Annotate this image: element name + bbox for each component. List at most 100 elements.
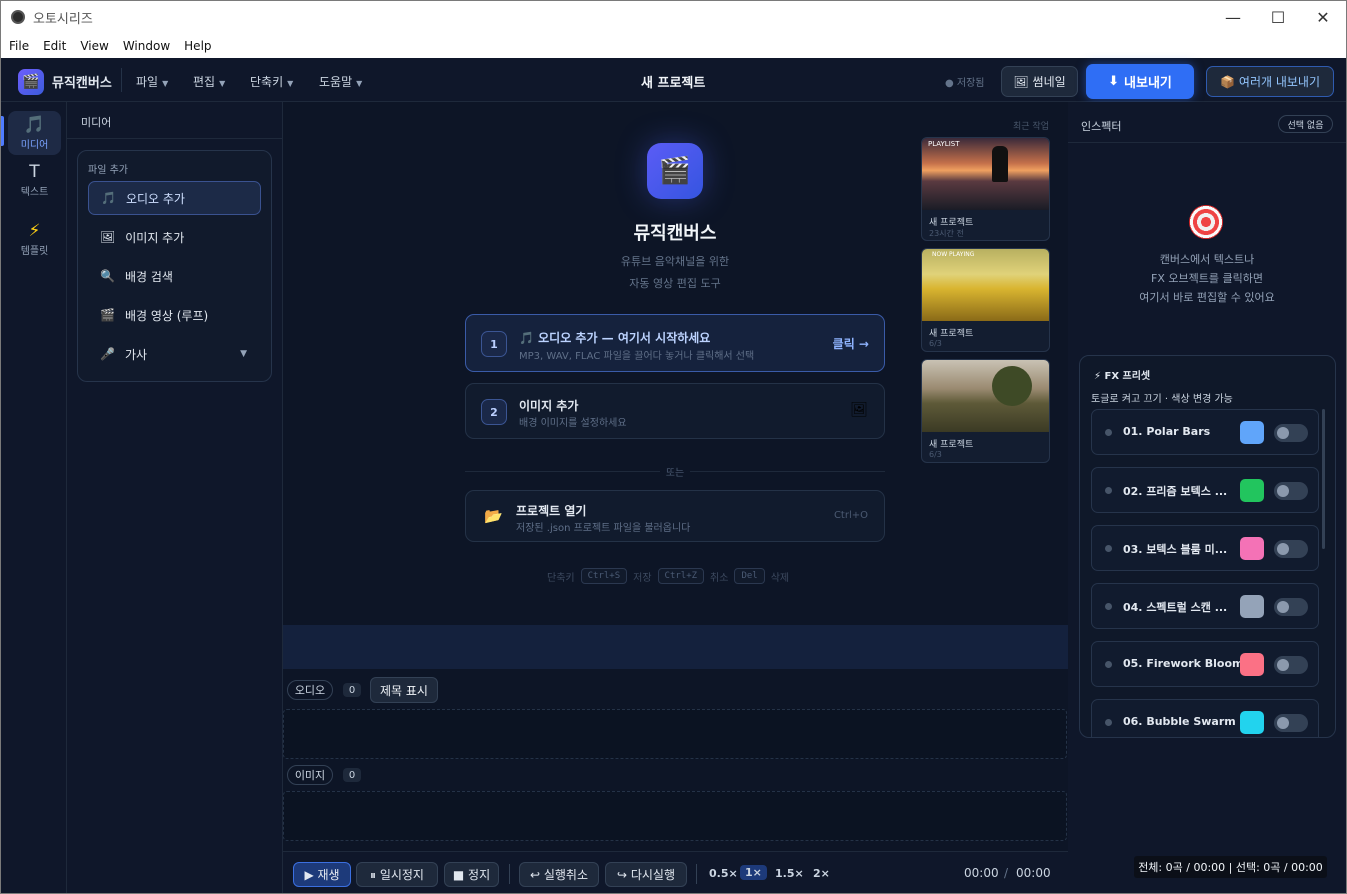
- add-audio-button[interactable]: 🎵 오디오 추가: [88, 181, 261, 215]
- menu-help[interactable]: Help: [184, 39, 211, 53]
- speed-1-5x[interactable]: 1.5×: [775, 867, 804, 880]
- menu-file[interactable]: File: [9, 39, 29, 53]
- stop-button[interactable]: ■ 정지: [444, 862, 499, 887]
- rail-item-text[interactable]: T 텍스트: [8, 158, 61, 202]
- play-button[interactable]: ▶ 재생: [293, 862, 351, 887]
- fx-preset-item[interactable]: 05. Firework Bloom: [1091, 641, 1319, 687]
- image-icon: 🖼: [1013, 74, 1029, 89]
- playback-controls: ▶ 재생 ⏸ 일시정지 ■ 정지 ↩ 실행취소 ↪ 다시실행 0.5× 1× 1…: [283, 851, 1068, 893]
- hero-subtitle: 유튜브 음악채널을 위한 자동 영상 편집 도구: [620, 255, 730, 290]
- app-icon: [11, 10, 25, 24]
- color-swatch[interactable]: [1240, 537, 1264, 560]
- background-video-button[interactable]: 🎬 배경 영상 (루프): [88, 298, 261, 332]
- search-icon: 🔍: [100, 269, 115, 283]
- fx-toggle[interactable]: [1274, 598, 1308, 616]
- preview-strip: [283, 625, 1068, 669]
- open-project-subtitle: 저장된 .json 프로젝트 파일을 불러옵니다: [516, 523, 691, 534]
- open-project-button[interactable]: 📂 프로젝트 열기 저장된 .json 프로젝트 파일을 불러옵니다 Ctrl+…: [465, 490, 885, 542]
- time-separator: /: [1004, 866, 1009, 880]
- lyrics-button[interactable]: 🎤 가사 ▼: [88, 337, 261, 371]
- audio-track-dropzone[interactable]: [283, 709, 1067, 759]
- fx-preset-name: 01. Polar Bars: [1123, 425, 1211, 438]
- media-panel: 미디어 파일 추가 🎵 오디오 추가 🖼 이미지 추가 🔍 배경 검색 🎬 배경…: [67, 102, 283, 893]
- color-swatch[interactable]: [1240, 653, 1264, 676]
- save-status: ● 저장됨: [945, 78, 985, 89]
- lightning-icon: ⚡: [28, 220, 41, 241]
- menu-window[interactable]: Window: [123, 39, 170, 53]
- color-swatch[interactable]: [1240, 595, 1264, 618]
- current-time: 00:00: [964, 866, 999, 880]
- fx-preset-item[interactable]: 03. 보텍스 블룸 미...: [1091, 525, 1319, 571]
- rail-item-template[interactable]: ⚡ 템플릿: [8, 217, 61, 261]
- fx-toggle[interactable]: [1274, 656, 1308, 674]
- color-swatch[interactable]: [1240, 421, 1264, 444]
- group-label: 파일 추가: [88, 165, 128, 176]
- scrollbar[interactable]: [1322, 409, 1325, 549]
- project-thumbnail: [922, 360, 1049, 432]
- step-number: 1: [481, 331, 507, 357]
- fx-toggle[interactable]: [1274, 540, 1308, 558]
- fx-preset-item[interactable]: 06. Bubble Swarm: [1091, 699, 1319, 737]
- project-thumbnail: NOW PLAYING: [922, 249, 1049, 321]
- fx-toggle[interactable]: [1274, 482, 1308, 500]
- fx-preset-item[interactable]: 04. 스펙트럴 스캔 ...: [1091, 583, 1319, 629]
- maximize-button[interactable]: ☐: [1255, 1, 1301, 33]
- pause-button[interactable]: ⏸ 일시정지: [356, 862, 438, 887]
- color-swatch[interactable]: [1240, 479, 1264, 502]
- thumbnail-button[interactable]: 🖼 썸네일: [1001, 66, 1078, 97]
- redo-button[interactable]: ↪ 다시실행: [605, 862, 687, 887]
- selection-badge: 선택 없음: [1278, 115, 1333, 133]
- download-icon: ⬇: [1108, 74, 1120, 89]
- speed-1x[interactable]: 1×: [740, 865, 767, 880]
- status-bar: 전체: 0곡 / 00:00 | 선택: 0곡 / 00:00: [1134, 856, 1327, 878]
- export-button[interactable]: ⬇ 내보내기: [1086, 64, 1194, 99]
- speed-2x[interactable]: 2×: [813, 867, 830, 880]
- rail-item-media[interactable]: 🎵 미디어: [8, 111, 61, 155]
- status-dot: [1105, 719, 1112, 726]
- recent-project-card[interactable]: PLAYLIST 새 프로젝트 23시간 전: [921, 137, 1050, 241]
- header-menu-shortcuts[interactable]: 단축키 ▼: [250, 73, 293, 90]
- fx-preset-item[interactable]: 02. 프리즘 보텍스 ...: [1091, 467, 1319, 513]
- close-button[interactable]: ✕: [1300, 1, 1346, 33]
- image-icon: 🖼: [850, 402, 868, 418]
- fx-toggle[interactable]: [1274, 714, 1308, 732]
- step-add-audio[interactable]: 1 🎵 오디오 추가 — 여기서 시작하세요 MP3, WAV, FLAC 파일…: [465, 314, 885, 372]
- fx-preset-item[interactable]: 01. Polar Bars: [1091, 409, 1319, 455]
- brand-name: 뮤직캔버스: [52, 76, 112, 91]
- divider: [696, 864, 697, 884]
- click-action[interactable]: 클릭 →: [833, 335, 869, 352]
- show-title-button[interactable]: 제목 표시: [370, 677, 438, 703]
- project-title[interactable]: 새 프로젝트: [641, 72, 705, 91]
- hero-title: 뮤직캔버스: [633, 223, 717, 244]
- recent-project-card[interactable]: 새 프로젝트 6/3: [921, 359, 1050, 463]
- divider: [509, 864, 510, 884]
- speed-0-5x[interactable]: 0.5×: [709, 867, 738, 880]
- step-add-image[interactable]: 2 이미지 추가 배경 이미지를 설정하세요 🖼: [465, 383, 885, 439]
- recent-project-card[interactable]: NOW PLAYING 새 프로젝트 6/3: [921, 248, 1050, 352]
- project-time: 6/3: [929, 450, 942, 459]
- color-swatch[interactable]: [1240, 711, 1264, 734]
- add-files-group: 파일 추가 🎵 오디오 추가 🖼 이미지 추가 🔍 배경 검색 🎬 배경 영상 …: [77, 150, 272, 382]
- minimize-button[interactable]: —: [1210, 1, 1256, 33]
- window-title: 오토시리즈: [33, 12, 93, 27]
- image-track-dropzone[interactable]: [283, 791, 1067, 841]
- fx-toggle[interactable]: [1274, 424, 1308, 442]
- fx-preset-name: 02. 프리즘 보텍스 ...: [1123, 485, 1228, 498]
- project-time: 23시간 전: [929, 229, 964, 238]
- menu-view[interactable]: View: [80, 39, 108, 53]
- image-track-label: 이미지: [287, 765, 333, 785]
- add-image-button[interactable]: 🖼 이미지 추가: [88, 220, 261, 254]
- shortcut-key: Ctrl+S: [580, 568, 628, 584]
- multi-export-button[interactable]: 📦 여러개 내보내기: [1206, 66, 1334, 97]
- chevron-down-icon: ▼: [219, 79, 226, 88]
- header-menu-edit[interactable]: 편집 ▼: [193, 73, 225, 90]
- image-icon: 🖼: [100, 230, 116, 244]
- header-menu-help[interactable]: 도움말 ▼: [319, 73, 362, 90]
- menu-edit[interactable]: Edit: [43, 39, 66, 53]
- undo-button[interactable]: ↩ 실행취소: [519, 862, 599, 887]
- open-project-title: 프로젝트 열기: [516, 504, 587, 518]
- header-menu-file[interactable]: 파일 ▼: [136, 73, 168, 90]
- rail-item-label: 미디어: [20, 139, 49, 151]
- search-background-button[interactable]: 🔍 배경 검색: [88, 259, 261, 293]
- app-header: 🎬 뮤직캔버스 파일 ▼ 편집 ▼ 단축키 ▼ 도움말 ▼ 새 프로젝트 ● 저장됨 🖼…: [1, 58, 1346, 102]
